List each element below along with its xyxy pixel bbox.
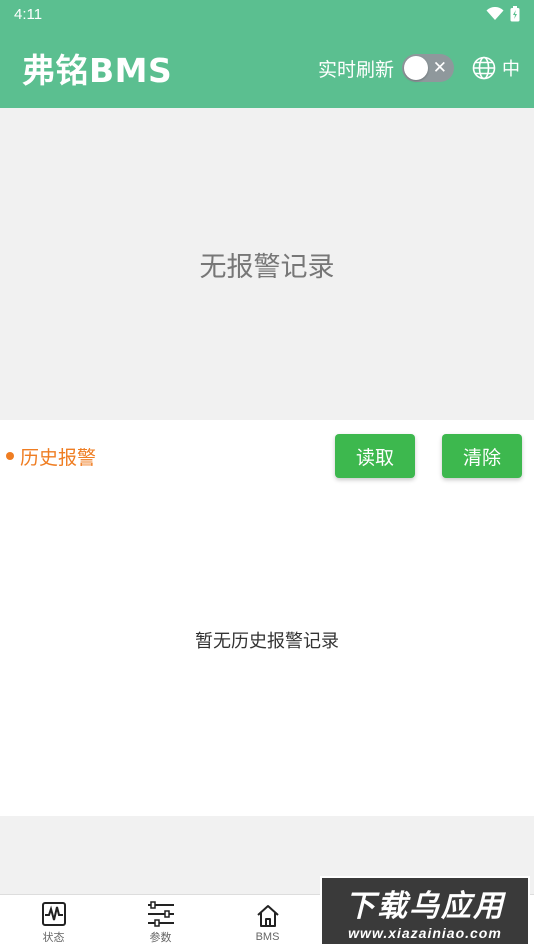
watermark-logo: 下载乌应用 www.xiazainiao.com xyxy=(320,876,530,946)
watermark-url: www.xiazainiao.com xyxy=(348,925,502,941)
app-bar: 弗铭BMS 实时刷新 ✕ 中 xyxy=(0,28,534,108)
status-bar: 4:11 xyxy=(0,0,534,28)
no-alarm-text: 无报警记录 xyxy=(199,251,335,283)
app-title: 弗铭BMS xyxy=(22,51,173,90)
list-settings-icon xyxy=(147,900,174,927)
toggle-knob xyxy=(404,56,428,80)
close-icon: ✕ xyxy=(432,58,447,78)
current-alarm-panel: 无报警记录 xyxy=(0,108,534,420)
nav-item-bms[interactable]: BMS xyxy=(214,895,321,950)
history-title: 历史报警 xyxy=(20,446,97,469)
nav-item-params[interactable]: 参数 xyxy=(107,895,214,950)
language-label: 中 xyxy=(502,59,520,80)
history-alarm-section: 历史报警 读取 清除 暂无历史报警记录 xyxy=(0,420,534,816)
nav-label-params: 参数 xyxy=(149,931,172,944)
no-history-text: 暂无历史报警记录 xyxy=(195,631,339,652)
nav-label-bms: BMS xyxy=(255,930,280,943)
clear-button[interactable]: 清除 xyxy=(442,434,522,478)
watermark-title: 下载乌应用 xyxy=(345,889,505,924)
realtime-refresh-label: 实时刷新 xyxy=(317,58,394,81)
wifi-icon xyxy=(486,7,504,20)
nav-item-status[interactable]: 状态 xyxy=(0,895,107,950)
realtime-refresh-toggle[interactable]: ✕ xyxy=(402,54,454,82)
waveform-icon xyxy=(41,901,66,926)
status-time: 4:11 xyxy=(14,5,43,23)
read-button[interactable]: 读取 xyxy=(335,434,415,478)
language-switch[interactable]: 中 xyxy=(472,55,520,81)
status-icons xyxy=(486,6,520,22)
bullet-dot xyxy=(6,452,14,460)
history-header: 历史报警 读取 清除 xyxy=(0,420,534,492)
globe-icon xyxy=(472,56,496,80)
battery-icon xyxy=(510,6,520,22)
home-icon xyxy=(256,904,279,927)
nav-label-status: 状态 xyxy=(42,931,65,944)
